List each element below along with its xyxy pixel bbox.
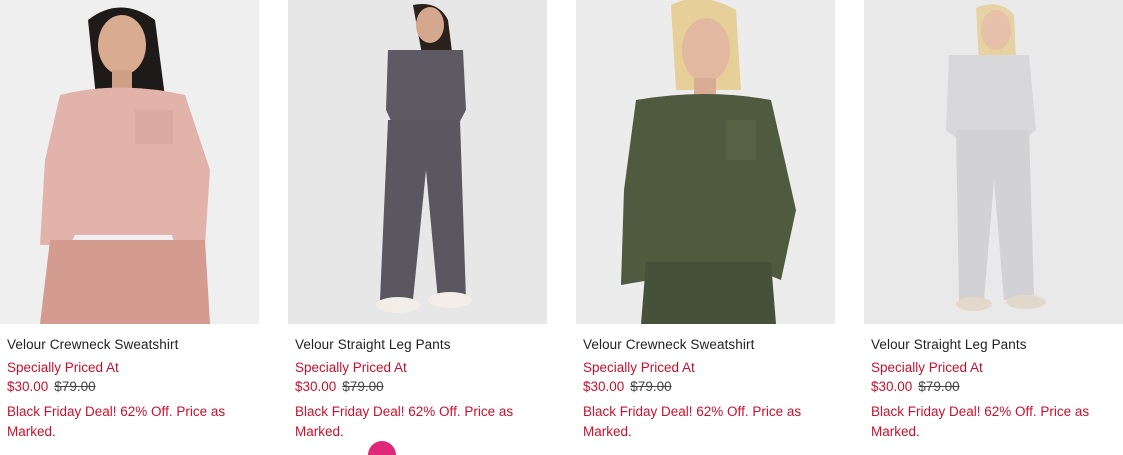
product-name[interactable]: Velour Straight Leg Pants: [295, 337, 451, 352]
product-card[interactable]: Velour Straight Leg Pants Specially Pric…: [864, 0, 1123, 447]
original-price: $79.00: [630, 379, 672, 394]
original-price: $79.00: [54, 379, 96, 394]
promo-label: Specially Priced At: [7, 360, 119, 375]
product-card[interactable]: Velour Crewneck Sweatshirt Specially Pri…: [0, 0, 260, 447]
price-row: $30.00 $79.00: [871, 379, 960, 394]
promo-label: Specially Priced At: [583, 360, 695, 375]
deal-text: Black Friday Deal! 62% Off. Price as Mar…: [7, 404, 226, 439]
product-image[interactable]: [0, 0, 259, 324]
product-image[interactable]: [576, 0, 835, 324]
price-row: $30.00 $79.00: [7, 379, 96, 394]
price-row: $30.00 $79.00: [583, 379, 672, 394]
original-price: $79.00: [342, 379, 384, 394]
promo-label: Specially Priced At: [871, 360, 983, 375]
product-image[interactable]: [288, 0, 547, 324]
product-image[interactable]: [864, 0, 1123, 324]
price-row: $30.00 $79.00: [295, 379, 384, 394]
deal-text: Black Friday Deal! 62% Off. Price as Mar…: [871, 404, 1090, 439]
sale-price: $30.00: [583, 379, 625, 394]
product-name[interactable]: Velour Straight Leg Pants: [871, 337, 1027, 352]
deal-text: Black Friday Deal! 62% Off. Price as Mar…: [295, 404, 514, 439]
sale-price: $30.00: [295, 379, 337, 394]
product-grid: Velour Crewneck Sweatshirt Specially Pri…: [0, 0, 1123, 447]
product-name[interactable]: Velour Crewneck Sweatshirt: [7, 337, 178, 352]
promo-label: Specially Priced At: [295, 360, 407, 375]
sale-price: $30.00: [871, 379, 913, 394]
product-card[interactable]: Velour Straight Leg Pants Specially Pric…: [288, 0, 548, 447]
product-card[interactable]: Velour Crewneck Sweatshirt Specially Pri…: [576, 0, 836, 447]
product-name[interactable]: Velour Crewneck Sweatshirt: [583, 337, 754, 352]
deal-text: Black Friday Deal! 62% Off. Price as Mar…: [583, 404, 802, 439]
sale-price: $30.00: [7, 379, 49, 394]
original-price: $79.00: [918, 379, 960, 394]
